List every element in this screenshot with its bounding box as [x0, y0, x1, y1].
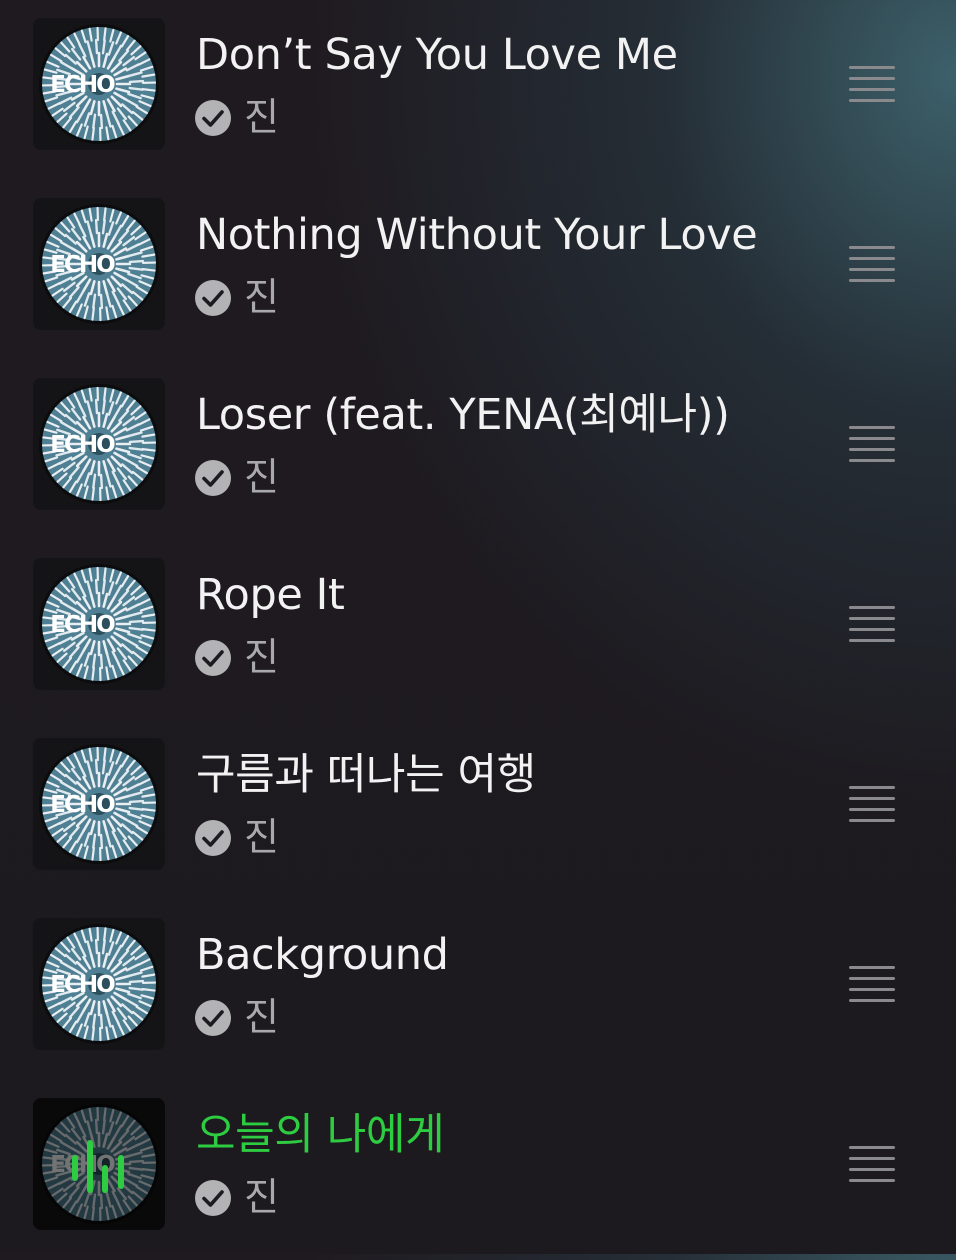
artist-name: 진	[244, 274, 279, 320]
track-title: Don’t Say You Love Me	[196, 26, 678, 84]
album-cover: ECHO	[33, 198, 165, 330]
album-cover: ECHO	[33, 378, 165, 510]
drag-handle-icon[interactable]	[846, 64, 898, 104]
cover-logo-text: ECHO	[50, 252, 115, 278]
check-circle-icon	[194, 1179, 232, 1217]
album-cover: ECHO	[33, 18, 165, 150]
playlist: ECHO Don’t Say You Love Me 진 ECHO Nothin…	[0, 0, 956, 1254]
artist-name: 진	[244, 94, 279, 140]
album-cover: ECHO	[33, 918, 165, 1050]
cover-logo-text: ECHO	[50, 72, 115, 98]
cover-logo-text: ECHO	[50, 972, 115, 998]
track-row[interactable]: ECHO Loser (feat. YENA(최예나)) 진	[0, 360, 956, 540]
check-circle-icon	[194, 99, 232, 137]
track-row[interactable]: ECHO Nothing Without Your Love 진	[0, 180, 956, 360]
album-cover: ECHO	[33, 738, 165, 870]
check-circle-icon	[194, 639, 232, 677]
drag-handle-icon[interactable]	[846, 784, 898, 824]
check-circle-icon	[194, 819, 232, 857]
artist-name: 진	[244, 814, 279, 860]
track-title: Loser (feat. YENA(최예나))	[196, 386, 729, 444]
check-circle-icon	[194, 999, 232, 1037]
track-title: Nothing Without Your Love	[196, 206, 757, 264]
album-cover: ECHO	[33, 1098, 165, 1230]
track-title: Rope It	[196, 566, 344, 624]
check-circle-icon	[194, 279, 232, 317]
cover-logo-text: ECHO	[50, 612, 115, 638]
track-title: 오늘의 나에게	[196, 1106, 444, 1164]
track-title: 구름과 떠나는 여행	[196, 746, 536, 804]
track-row[interactable]: ECHO Rope It 진	[0, 540, 956, 720]
cover-logo-text: ECHO	[50, 792, 115, 818]
check-circle-icon	[194, 459, 232, 497]
track-row-now-playing[interactable]: ECHO 오늘의 나에게 진	[0, 1080, 956, 1260]
drag-handle-icon[interactable]	[846, 964, 898, 1004]
album-cover: ECHO	[33, 558, 165, 690]
drag-handle-icon[interactable]	[846, 244, 898, 284]
artist-name: 진	[244, 1174, 279, 1220]
track-title: Background	[196, 926, 449, 984]
drag-handle-icon[interactable]	[846, 604, 898, 644]
track-row[interactable]: ECHO Background 진	[0, 900, 956, 1080]
track-row[interactable]: ECHO 구름과 떠나는 여행 진	[0, 720, 956, 900]
cover-logo-text: ECHO	[50, 432, 115, 458]
artist-name: 진	[244, 454, 279, 500]
drag-handle-icon[interactable]	[846, 1144, 898, 1184]
artist-name: 진	[244, 994, 279, 1040]
drag-handle-icon[interactable]	[846, 424, 898, 464]
track-row[interactable]: ECHO Don’t Say You Love Me 진	[0, 0, 956, 180]
artist-name: 진	[244, 634, 279, 680]
